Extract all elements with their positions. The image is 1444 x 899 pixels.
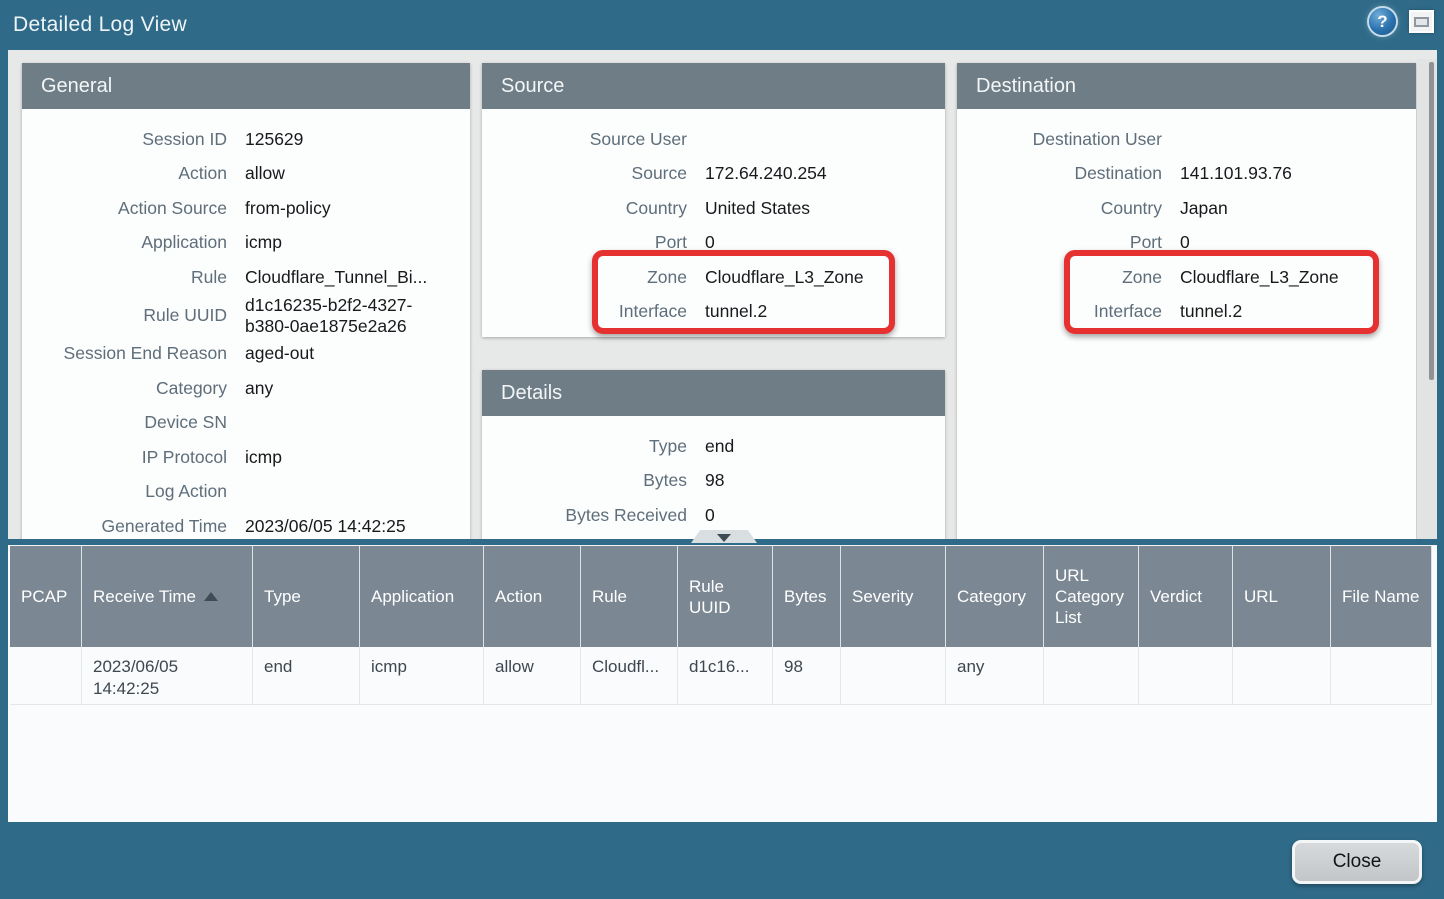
cell-action: allow xyxy=(484,647,581,705)
cell-application: icmp xyxy=(360,647,484,705)
panels-scroll-region: General Session ID 125629 Action allow A… xyxy=(8,50,1437,539)
dialog-title: Detailed Log View xyxy=(13,0,187,50)
cell-category: any xyxy=(946,647,1044,705)
panel-details: Details Type end Bytes 98 Bytes Received… xyxy=(482,370,945,539)
field-generated-time: Generated Time 2023/06/05 14:42:25 xyxy=(22,509,470,539)
panel-details-body: Type end Bytes 98 Bytes Received 0 xyxy=(482,416,945,533)
field-action-source: Action Source from-policy xyxy=(22,191,470,226)
cell-pcap xyxy=(10,647,82,705)
cell-rule-uuid: d1c16... xyxy=(678,647,773,705)
field-source-country: Country United States xyxy=(482,191,945,226)
sort-ascending-icon xyxy=(204,592,218,601)
field-source-user: Source User xyxy=(482,122,945,157)
field-session-end-reason: Session End Reason aged-out xyxy=(22,337,470,372)
column-header-rule-uuid[interactable]: Rule UUID xyxy=(678,546,773,647)
log-table-area: PCAP Receive Time Type Application Actio… xyxy=(8,539,1437,822)
column-header-file-name[interactable]: File Name xyxy=(1331,546,1432,647)
field-session-id: Session ID 125629 xyxy=(22,122,470,157)
field-category: Category any xyxy=(22,371,470,406)
panel-destination-body: Destination User Destination 141.101.93.… xyxy=(957,109,1416,329)
field-bytes-received: Bytes Received 0 xyxy=(482,498,945,533)
cell-verdict xyxy=(1139,647,1233,705)
panel-details-title: Details xyxy=(482,370,945,416)
panel-general-body: Session ID 125629 Action allow Action So… xyxy=(22,109,470,539)
column-header-type[interactable]: Type xyxy=(253,546,360,647)
field-destination-country: Country Japan xyxy=(957,191,1416,226)
column-header-pcap[interactable]: PCAP xyxy=(10,546,82,647)
close-button[interactable]: Close xyxy=(1292,840,1422,884)
field-source: Source 172.64.240.254 xyxy=(482,157,945,192)
column-header-application[interactable]: Application xyxy=(360,546,484,647)
column-header-category[interactable]: Category xyxy=(946,546,1044,647)
field-rule: Rule Cloudflare_Tunnel_Bi... xyxy=(22,260,470,295)
column-header-url[interactable]: URL xyxy=(1233,546,1331,647)
panel-source-title: Source xyxy=(482,63,945,109)
column-header-action[interactable]: Action xyxy=(484,546,581,647)
cell-receive-time: 2023/06/05 14:42:25 xyxy=(82,647,253,705)
panel-destination-title: Destination xyxy=(957,63,1416,109)
cell-url-category-list xyxy=(1044,647,1139,705)
panel-general: General Session ID 125629 Action allow A… xyxy=(22,63,470,539)
collapse-handle[interactable] xyxy=(691,530,757,543)
field-log-action: Log Action xyxy=(22,475,470,510)
column-header-bytes[interactable]: Bytes xyxy=(773,546,841,647)
column-header-verdict[interactable]: Verdict xyxy=(1139,546,1233,647)
table-header-row: PCAP Receive Time Type Application Actio… xyxy=(10,545,1437,647)
column-header-severity[interactable]: Severity xyxy=(841,546,946,647)
cell-severity xyxy=(841,647,946,705)
column-header-url-category-list[interactable]: URL Category List xyxy=(1044,546,1139,647)
field-type: Type end xyxy=(482,429,945,464)
field-destination: Destination 141.101.93.76 xyxy=(957,157,1416,192)
window-restore-icon[interactable] xyxy=(1409,10,1434,33)
column-header-receive-time[interactable]: Receive Time xyxy=(82,546,253,647)
field-ip-protocol: IP Protocol icmp xyxy=(22,440,470,475)
field-destination-user: Destination User xyxy=(957,122,1416,157)
field-destination-port: Port 0 xyxy=(957,226,1416,261)
cell-rule: Cloudfl... xyxy=(581,647,678,705)
field-action: Action allow xyxy=(22,157,470,192)
field-destination-zone: Zone Cloudflare_L3_Zone xyxy=(957,260,1416,295)
field-source-zone: Zone Cloudflare_L3_Zone xyxy=(482,260,945,295)
cell-file-name xyxy=(1331,647,1432,705)
field-rule-uuid: Rule UUID d1c16235-b2f2-4327-b380-0ae187… xyxy=(22,295,470,337)
panel-source: Source Source User Source 172.64.240.254… xyxy=(482,63,945,337)
field-destination-interface: Interface tunnel.2 xyxy=(957,295,1416,330)
title-bar: Detailed Log View ? xyxy=(0,0,1444,50)
vertical-scrollbar-thumb[interactable] xyxy=(1429,62,1434,380)
help-icon[interactable]: ? xyxy=(1369,8,1396,35)
panel-destination: Destination Destination User Destination… xyxy=(957,63,1416,539)
table-row[interactable]: 2023/06/05 14:42:25 end icmp allow Cloud… xyxy=(10,647,1437,705)
cell-bytes: 98 xyxy=(773,647,841,705)
cell-url xyxy=(1233,647,1331,705)
panel-general-title: General xyxy=(22,63,470,109)
column-header-rule[interactable]: Rule xyxy=(581,546,678,647)
vertical-scrollbar-track[interactable] xyxy=(1417,59,1437,539)
field-bytes: Bytes 98 xyxy=(482,464,945,499)
panel-source-body: Source User Source 172.64.240.254 Countr… xyxy=(482,109,945,329)
field-device-sn: Device SN xyxy=(22,406,470,441)
field-source-interface: Interface tunnel.2 xyxy=(482,295,945,330)
field-application: Application icmp xyxy=(22,226,470,261)
detailed-log-view-dialog: Detailed Log View ? General Session ID 1… xyxy=(0,0,1444,899)
window-restore-icon-inner xyxy=(1414,17,1429,27)
dialog-content: General Session ID 125629 Action allow A… xyxy=(8,50,1437,822)
field-source-port: Port 0 xyxy=(482,226,945,261)
cell-type: end xyxy=(253,647,360,705)
title-bar-icons: ? xyxy=(1369,8,1434,35)
